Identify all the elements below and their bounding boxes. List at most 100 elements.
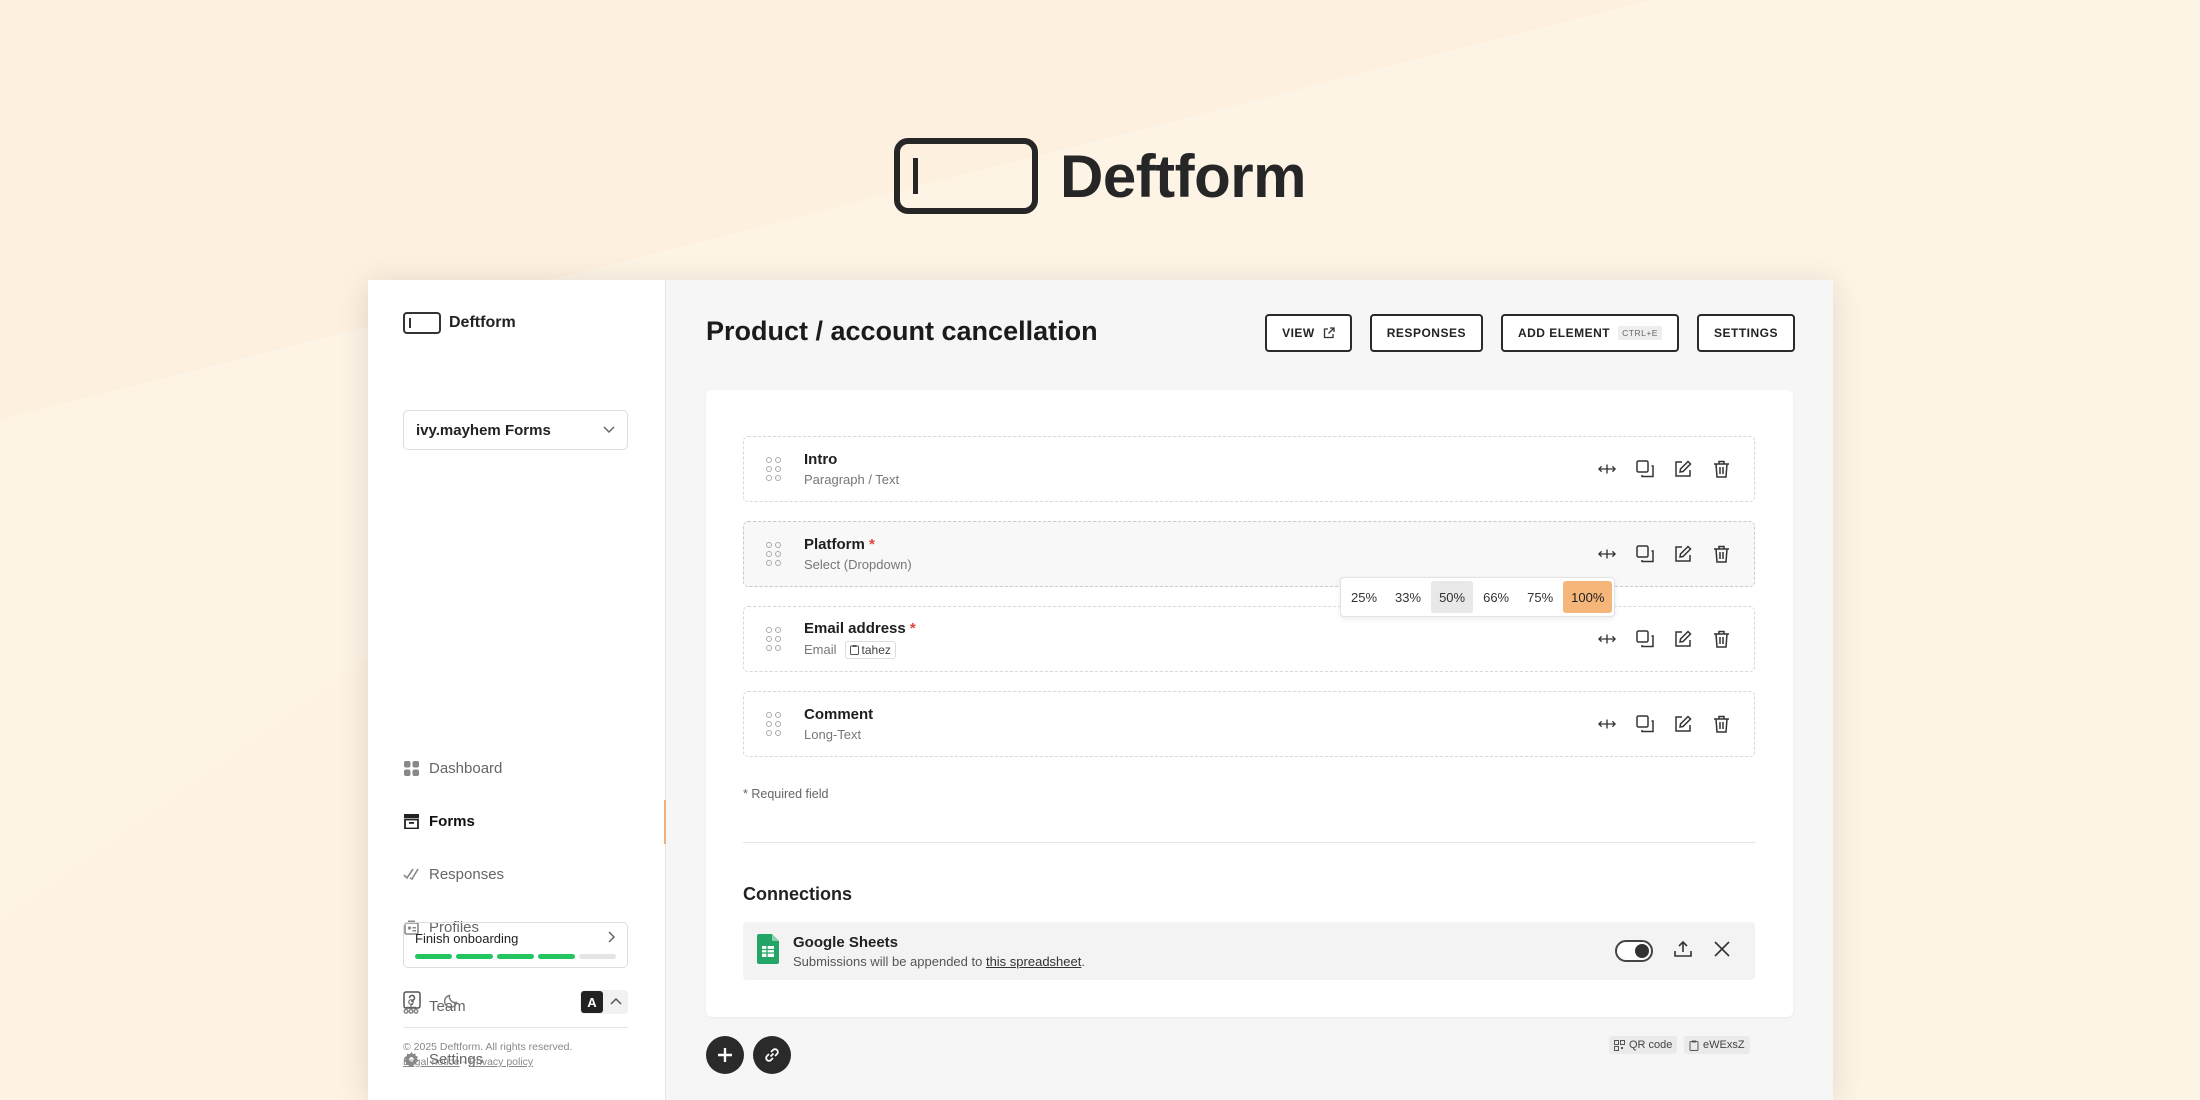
sidebar-item-label: Dashboard (429, 759, 503, 777)
external-link-icon (1323, 327, 1335, 339)
section-divider (743, 842, 1755, 843)
view-button-label: VIEW (1282, 326, 1315, 340)
field-type: Long-Text (804, 727, 1598, 742)
edit-icon[interactable] (1674, 715, 1692, 733)
width-option[interactable]: 50% (1431, 581, 1474, 613)
deftform-logo-icon (403, 312, 441, 334)
duplicate-icon[interactable] (1636, 460, 1654, 478)
close-icon[interactable] (1713, 940, 1731, 963)
duplicate-icon[interactable] (1636, 630, 1654, 648)
form-builder-card: Intro Paragraph / Text Platform * Select… (706, 390, 1793, 1017)
spreadsheet-link[interactable]: this spreadsheet (986, 954, 1081, 969)
form-field-row[interactable]: Intro Paragraph / Text (743, 436, 1755, 502)
progress-step (456, 954, 493, 959)
share-link-button[interactable] (753, 1036, 791, 1074)
qr-code-icon (1614, 1039, 1625, 1051)
sidebar-footer: © 2025 Deftform. All rights reserved. Le… (403, 1040, 572, 1070)
width-option[interactable]: 75% (1519, 581, 1561, 613)
field-label: Platform * (804, 536, 1598, 553)
field-actions (1598, 715, 1730, 733)
resize-width-icon[interactable] (1598, 715, 1616, 733)
chevron-down-icon (603, 426, 615, 434)
form-id: eWExsZ (1703, 1039, 1745, 1051)
drag-handle-icon[interactable] (766, 457, 782, 481)
responses-button-label: RESPONSES (1386, 326, 1466, 340)
required-asterisk: * (869, 536, 875, 553)
legal-notice-link[interactable]: Legal notice (403, 1056, 460, 1068)
forms-icon (403, 813, 419, 829)
link-icon (765, 1048, 779, 1062)
copyright-text: © 2025 Deftform. All rights reserved. (403, 1041, 573, 1053)
sidebar-item-forms[interactable]: Forms (403, 809, 633, 833)
trash-icon[interactable] (1712, 630, 1730, 648)
plus-icon (718, 1048, 732, 1062)
form-id-chip[interactable]: eWExsZ (1684, 1036, 1750, 1054)
field-label: Comment (804, 706, 1598, 723)
sidebar: Deftform ivy.mayhem Forms Dashboard Form… (368, 280, 666, 1100)
drag-handle-icon[interactable] (766, 712, 782, 736)
workspace-select[interactable]: ivy.mayhem Forms (403, 410, 628, 450)
chevron-right-icon (608, 931, 616, 943)
field-tag[interactable]: tahez (844, 640, 896, 659)
connection-name: Google Sheets (793, 933, 899, 951)
required-field-note: * Required field (743, 787, 829, 801)
sidebar-divider (403, 1027, 628, 1028)
field-label-text: Intro (804, 451, 838, 468)
sidebar-item-dashboard[interactable]: Dashboard (403, 756, 633, 780)
help-icon[interactable] (403, 990, 421, 1014)
toolbar: VIEW RESPONSES ADD ELEMENT CTRL+E SETTIN… (1265, 314, 1795, 352)
dark-mode-moon-icon[interactable] (443, 991, 461, 1014)
upload-icon[interactable] (1673, 939, 1693, 964)
sidebar-brand[interactable]: Deftform (403, 312, 516, 334)
edit-icon[interactable] (1674, 630, 1692, 648)
view-button[interactable]: VIEW (1265, 314, 1352, 352)
drag-handle-icon[interactable] (766, 542, 782, 566)
field-actions (1598, 545, 1730, 563)
add-element-button[interactable]: ADD ELEMENT CTRL+E (1500, 314, 1679, 352)
qr-code-chip[interactable]: QR code (1609, 1036, 1678, 1054)
required-asterisk: * (909, 619, 916, 637)
responses-button[interactable]: RESPONSES (1369, 314, 1483, 352)
form-field-row[interactable]: Comment Long-Text (743, 691, 1755, 757)
field-label-text: Email address (804, 619, 906, 637)
width-option[interactable]: 100% (1563, 581, 1613, 613)
edit-icon[interactable] (1674, 460, 1692, 478)
drag-handle-icon[interactable] (766, 627, 782, 651)
resize-width-icon[interactable] (1598, 545, 1616, 563)
sidebar-item-label: Responses (429, 865, 505, 883)
trash-icon[interactable] (1712, 460, 1730, 478)
google-sheets-icon (757, 933, 779, 969)
onboarding-progress[interactable]: Finish onboarding (403, 922, 628, 968)
width-option[interactable]: 25% (1343, 581, 1385, 613)
sidebar-item-responses[interactable]: Responses (403, 862, 633, 886)
settings-button[interactable]: SETTINGS (1696, 314, 1795, 352)
hero-brand-name: Deftform (1060, 142, 1307, 210)
duplicate-icon[interactable] (1636, 545, 1654, 563)
add-button[interactable] (706, 1036, 744, 1074)
edit-icon[interactable] (1674, 545, 1692, 563)
field-label: Intro (804, 451, 1598, 468)
settings-button-label: SETTINGS (1713, 326, 1778, 340)
qr-code-label: QR code (1629, 1039, 1673, 1051)
trash-icon[interactable] (1712, 715, 1730, 733)
resize-width-icon[interactable] (1598, 460, 1616, 478)
width-option[interactable]: 33% (1387, 581, 1429, 613)
field-label-text: Platform (804, 536, 865, 553)
onboarding-progress-bar (415, 954, 616, 959)
clipboard-icon (849, 644, 859, 655)
privacy-policy-link[interactable]: Privacy policy (469, 1056, 533, 1068)
connection-toggle[interactable] (1615, 940, 1653, 962)
connections-title: Connections (743, 884, 853, 904)
field-type: Email tahez (804, 640, 1598, 659)
language-switcher[interactable]: A (580, 990, 628, 1014)
trash-icon[interactable] (1712, 545, 1730, 563)
resize-width-icon[interactable] (1598, 630, 1616, 648)
width-option[interactable]: 66% (1475, 581, 1517, 613)
field-type-text: Long-Text (804, 727, 862, 742)
duplicate-icon[interactable] (1636, 715, 1654, 733)
field-tag-text: tahez (861, 642, 891, 657)
chevron-up-icon (610, 997, 622, 1005)
connection-google-sheets: Google Sheets Submissions will be append… (743, 922, 1755, 980)
clipboard-icon (1689, 1040, 1699, 1051)
field-type-text: Select (Dropdown) (804, 557, 912, 572)
